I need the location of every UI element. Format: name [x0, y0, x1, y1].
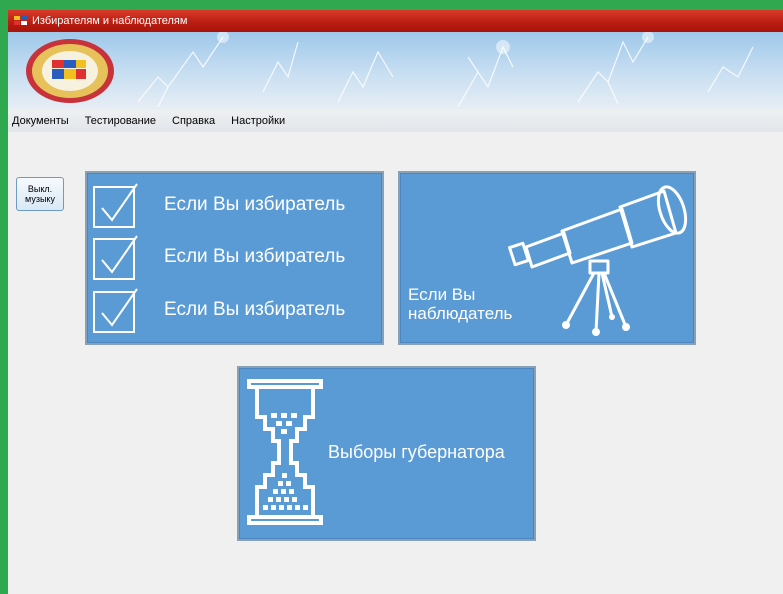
window-title: Избирателям и наблюдателям [32, 15, 188, 27]
header-banner [8, 32, 783, 110]
telescope-icon [508, 185, 688, 336]
menu-documents[interactable]: Документы [8, 115, 77, 127]
menu-help[interactable]: Справка [164, 115, 223, 127]
voter-label-2: Если Вы избиратель [164, 246, 346, 267]
voter-row-1: Если Вы избиратель [93, 182, 345, 228]
checkbox-icon [93, 288, 138, 333]
checkbox-icon [93, 183, 138, 228]
checkbox-icon [93, 235, 138, 280]
voter-label-3: Если Вы избиратель [164, 299, 346, 320]
menu-bar: Документы Тестирование Справка Настройки [8, 110, 783, 132]
title-bar: Избирателям и наблюдателям [8, 10, 783, 32]
menu-testing[interactable]: Тестирование [77, 115, 164, 127]
hourglass-icon [247, 379, 323, 525]
observer-label-line1: Если Вы [408, 285, 476, 304]
music-button-line2: музыку [25, 194, 55, 204]
main-content: Выкл. музыку Если Вы избиратель Если Вы … [8, 132, 783, 594]
governor-election-label: Выборы губернатора [328, 442, 505, 462]
governor-election-tile[interactable]: Выборы губернатора [237, 366, 536, 541]
app-icon [14, 16, 27, 25]
music-button-line1: Выкл. [27, 184, 53, 194]
voter-row-2: Если Вы избиратель [93, 234, 345, 280]
voter-label-1: Если Вы избиратель [164, 194, 346, 215]
observer-label: Если Вы наблюдатель [408, 285, 512, 323]
observer-tile[interactable]: Если Вы наблюдатель [398, 171, 696, 345]
lightning-decoration [137, 32, 754, 108]
voter-tile[interactable]: Если Вы избиратель Если Вы избиратель Ес… [85, 171, 384, 345]
app-window: Избирателям и наблюдателям Документы Тес… [8, 10, 783, 594]
menu-settings[interactable]: Настройки [223, 115, 293, 127]
music-off-button[interactable]: Выкл. музыку [16, 177, 64, 211]
commission-emblem-icon [26, 39, 114, 103]
voter-row-3: Если Вы избиратель [93, 287, 345, 333]
observer-label-line2: наблюдатель [408, 304, 513, 323]
